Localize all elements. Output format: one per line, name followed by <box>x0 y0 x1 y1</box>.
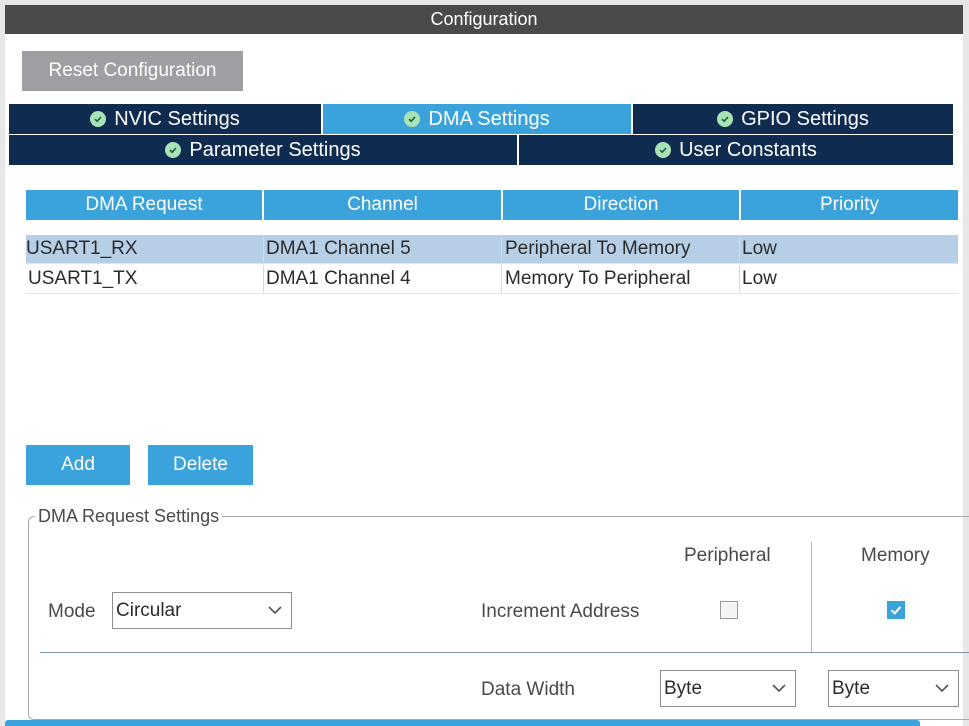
table-row[interactable]: USART1_TX DMA1 Channel 4 Memory To Perip… <box>26 265 958 294</box>
mode-select-value: Circular <box>116 599 182 621</box>
table-row[interactable]: USART1_RX DMA1 Channel 5 Peripheral To M… <box>26 235 958 264</box>
table-cell-channel: DMA1 Channel 5 <box>264 235 502 264</box>
chevron-down-icon <box>935 684 949 693</box>
tab-user-constants[interactable]: User Constants <box>519 135 953 165</box>
tab-dma-settings[interactable]: DMA Settings <box>323 104 631 134</box>
tab-label: DMA Settings <box>428 107 550 130</box>
table-cell-priority: Low <box>740 235 958 264</box>
table-cell-direction: Peripheral To Memory <box>502 235 740 264</box>
check-circle-icon <box>90 111 107 127</box>
chevron-down-icon <box>268 606 282 615</box>
group-title: DMA Request Settings <box>35 506 223 527</box>
table-cell-dma-request: USART1_TX <box>26 265 264 294</box>
chevron-down-icon <box>772 684 786 693</box>
check-circle-icon <box>165 142 182 158</box>
check-circle-icon <box>404 111 421 127</box>
peripheral-data-width-value: Byte <box>664 677 703 699</box>
tab-label: NVIC Settings <box>114 107 240 130</box>
table-cell-direction: Memory To Peripheral <box>502 265 740 294</box>
tab-parameter-settings[interactable]: Parameter Settings <box>9 135 517 165</box>
tab-label: GPIO Settings <box>741 107 869 130</box>
column-divider <box>811 542 812 652</box>
add-button[interactable]: Add <box>26 445 130 485</box>
column-header-channel[interactable]: Channel <box>264 190 501 220</box>
memory-data-width-value: Byte <box>832 677 871 699</box>
check-circle-icon <box>655 142 672 158</box>
memory-column-header: Memory <box>861 545 930 566</box>
increment-address-label: Increment Address <box>481 601 640 622</box>
table-cell-dma-request: USART1_RX <box>26 235 264 264</box>
reset-configuration-button[interactable]: Reset Configuration <box>22 51 243 91</box>
tab-label: Parameter Settings <box>189 138 361 161</box>
checkmark-icon <box>890 606 902 615</box>
peripheral-column-header: Peripheral <box>684 545 771 566</box>
delete-button[interactable]: Delete <box>148 445 253 485</box>
tab-gpio-settings[interactable]: GPIO Settings <box>633 104 953 134</box>
memory-increment-checkbox[interactable] <box>887 601 905 619</box>
table-cell-channel: DMA1 Channel 4 <box>264 265 502 294</box>
data-width-label: Data Width <box>481 679 575 700</box>
column-header-dma-request[interactable]: DMA Request <box>26 190 262 220</box>
peripheral-increment-checkbox[interactable] <box>720 601 738 619</box>
peripheral-data-width-select[interactable]: Byte <box>660 670 796 707</box>
column-header-direction[interactable]: Direction <box>503 190 739 220</box>
memory-data-width-select[interactable]: Byte <box>828 670 959 707</box>
mode-label: Mode <box>48 601 96 622</box>
tab-nvic-settings[interactable]: NVIC Settings <box>9 104 321 134</box>
mode-select[interactable]: Circular <box>112 592 292 629</box>
settings-divider <box>40 652 969 653</box>
check-circle-icon <box>717 111 734 127</box>
window-title: Configuration <box>5 5 963 34</box>
tab-label: User Constants <box>679 138 817 161</box>
horizontal-scrollbar[interactable] <box>5 720 920 726</box>
column-header-priority[interactable]: Priority <box>741 190 958 220</box>
table-cell-priority: Low <box>740 265 958 294</box>
